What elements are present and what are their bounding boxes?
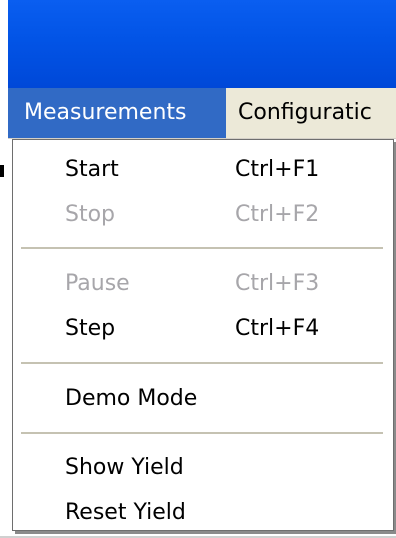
menu-item-step[interactable]: Step Ctrl+F4: [13, 307, 393, 351]
menu-separator: [21, 362, 383, 364]
menu-item-start[interactable]: Start Ctrl+F1: [13, 148, 393, 192]
menu-separator: [21, 247, 383, 249]
menu-measurements[interactable]: Measurements: [8, 88, 226, 138]
menu-item-stop[interactable]: Stop Ctrl+F2: [13, 193, 393, 237]
title-bar: [8, 0, 396, 88]
menu-item-label: Reset Yield: [65, 500, 186, 525]
menu-item-label: Pause: [65, 271, 130, 296]
menu-item-show-yield[interactable]: Show Yield: [13, 446, 393, 490]
menu-item-reset-yield[interactable]: Reset Yield: [13, 491, 393, 535]
menu-item-demo-mode[interactable]: Demo Mode: [13, 377, 393, 421]
menu-item-label: Start: [65, 157, 119, 182]
menu-item-label: Stop: [65, 202, 116, 227]
menu-item-shortcut: Ctrl+F4: [235, 316, 320, 341]
background-window-edge: [0, 165, 4, 177]
menu-item-shortcut: Ctrl+F1: [235, 157, 320, 182]
menu-separator: [21, 432, 383, 434]
menu-item-shortcut: Ctrl+F2: [235, 202, 320, 227]
menu-configuration[interactable]: Configuratic: [238, 88, 372, 138]
window-left-edge: [0, 0, 8, 538]
menu-item-label: Demo Mode: [65, 386, 198, 411]
measurements-dropdown-menu: Start Ctrl+F1 Stop Ctrl+F2 Pause Ctrl+F3…: [12, 139, 394, 531]
menu-item-label: Step: [65, 316, 116, 341]
menu-item-pause[interactable]: Pause Ctrl+F3: [13, 262, 393, 306]
menu-item-label: Show Yield: [65, 455, 184, 480]
menu-item-shortcut: Ctrl+F3: [235, 271, 320, 296]
menu-bar: Measurements Configuratic: [8, 88, 396, 139]
